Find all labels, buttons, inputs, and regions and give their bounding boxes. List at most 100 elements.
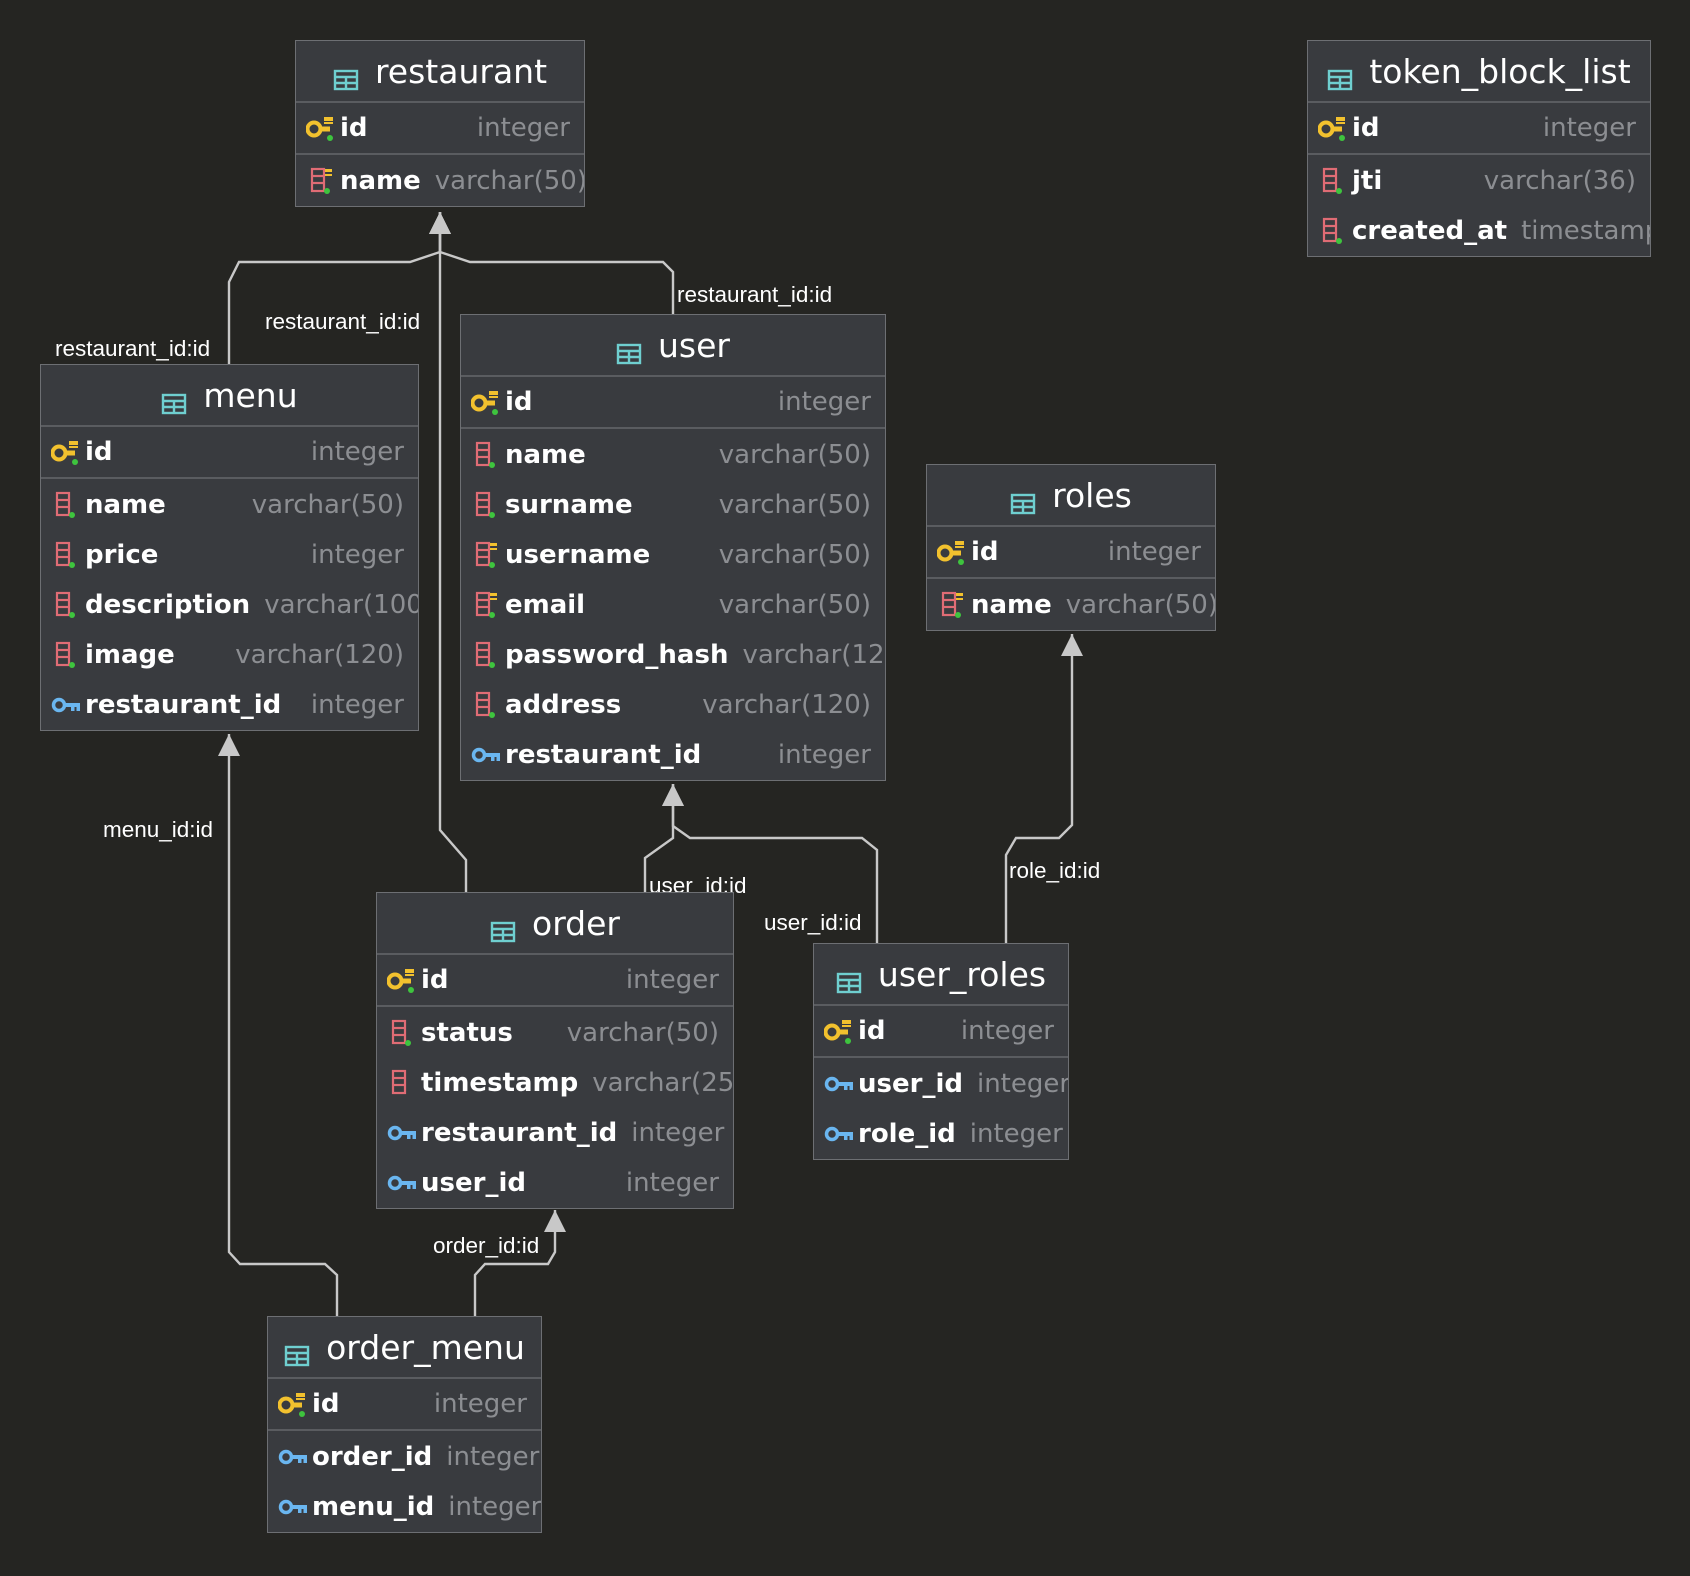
column-row[interactable]: jti varchar(36): [1308, 156, 1650, 206]
column-row[interactable]: price integer: [41, 530, 418, 580]
column-type: integer: [433, 1389, 527, 1419]
column-name: timestamp: [421, 1068, 579, 1098]
table-icon: [490, 912, 516, 943]
column-name: user_id: [421, 1168, 526, 1198]
column-row[interactable]: surname varchar(50): [461, 480, 885, 530]
column-name: password_hash: [505, 640, 729, 670]
column-row[interactable]: user_id integer: [377, 1158, 733, 1208]
column-type: varchar(50): [718, 490, 871, 520]
table-header: order: [377, 893, 733, 955]
column-type: integer: [1107, 537, 1201, 567]
column-row[interactable]: id integer: [268, 1379, 541, 1431]
column-type: varchar(50): [566, 1018, 719, 1048]
table-header: roles: [927, 465, 1215, 527]
column-name: price: [85, 540, 159, 570]
column-row[interactable]: id integer: [927, 527, 1215, 579]
unique-column-icon: [471, 590, 505, 620]
primary-key-icon: [278, 1389, 312, 1419]
column-row[interactable]: order_id integer: [268, 1432, 541, 1482]
relation-arrowhead: [544, 1210, 566, 1232]
column-name: role_id: [858, 1119, 956, 1149]
column-row[interactable]: address varchar(120): [461, 680, 885, 730]
column-icon: [51, 590, 85, 620]
column-row[interactable]: restaurant_id integer: [41, 680, 418, 730]
column-name: email: [505, 590, 586, 620]
column-row[interactable]: description varchar(100): [41, 580, 418, 630]
column-type: timestamp: [1521, 216, 1651, 246]
foreign-key-icon: [278, 1442, 312, 1472]
column-row[interactable]: password_hash varchar(128): [461, 630, 885, 680]
column-row[interactable]: restaurant_id integer: [377, 1108, 733, 1158]
column-row[interactable]: email varchar(50): [461, 580, 885, 630]
column-type: integer: [476, 113, 570, 143]
table-user[interactable]: user id integer name varchar(50) surname varch…: [460, 314, 886, 781]
column-type: integer: [1542, 113, 1636, 143]
column-type: integer: [631, 1118, 725, 1148]
table-order-menu[interactable]: order_menu id integer order_id integer menu_i…: [267, 1316, 542, 1533]
foreign-key-icon: [387, 1118, 421, 1148]
table-icon: [161, 384, 187, 415]
column-row[interactable]: name varchar(50): [296, 156, 584, 206]
column-row[interactable]: id integer: [1308, 103, 1650, 155]
column-type: varchar(128): [742, 640, 885, 670]
column-row[interactable]: username varchar(50): [461, 530, 885, 580]
table-restaurant[interactable]: restaurant id integer name varchar(50): [295, 40, 585, 207]
column-row[interactable]: user_id integer: [814, 1059, 1068, 1109]
column-icon: [471, 690, 505, 720]
primary-key-icon: [1318, 113, 1352, 143]
column-name: id: [85, 437, 113, 467]
table-name: restaurant: [374, 51, 548, 91]
column-row[interactable]: name varchar(50): [41, 480, 418, 530]
column-row[interactable]: id integer: [41, 427, 418, 479]
column-row[interactable]: image varchar(120): [41, 630, 418, 680]
column-type: varchar(120): [702, 690, 871, 720]
table-token-block-list[interactable]: token_block_list id integer jti varchar(36) c…: [1307, 40, 1651, 257]
unique-column-icon: [471, 540, 505, 570]
column-name: created_at: [1352, 216, 1508, 246]
column-name: jti: [1352, 166, 1383, 196]
column-icon: [471, 640, 505, 670]
table-user-roles[interactable]: user_roles id integer user_id integer role_id…: [813, 943, 1069, 1160]
column-row[interactable]: created_at timestamp: [1308, 206, 1650, 256]
table-name: user: [658, 325, 730, 365]
column-name: name: [505, 440, 586, 470]
column-row[interactable]: id integer: [461, 377, 885, 429]
column-type: integer: [310, 540, 404, 570]
relation-label: role_id:id: [1009, 858, 1101, 883]
column-row[interactable]: restaurant_id integer: [461, 730, 885, 780]
table-name: order_menu: [326, 1327, 525, 1367]
column-type: integer: [310, 437, 404, 467]
table-order[interactable]: order id integer status varchar(50) timestamp…: [376, 892, 734, 1209]
relation-arrowhead: [218, 734, 240, 756]
table-icon: [333, 60, 359, 91]
table-menu[interactable]: menu id integer name varchar(50) price integer…: [40, 364, 419, 731]
column-row[interactable]: role_id integer: [814, 1109, 1068, 1159]
table-icon: [616, 334, 642, 365]
column-name: id: [421, 965, 449, 995]
column-row[interactable]: timestamp varchar(25): [377, 1058, 733, 1108]
relation-arrowhead: [662, 784, 684, 806]
table-roles[interactable]: roles id integer name varchar(50): [926, 464, 1216, 631]
primary-key-icon: [306, 113, 340, 143]
column-type: integer: [625, 1168, 719, 1198]
column-icon: [1318, 166, 1352, 196]
table-name: order: [532, 903, 620, 943]
table-header: menu: [41, 365, 418, 427]
column-row[interactable]: name varchar(50): [927, 580, 1215, 630]
table-header: user_roles: [814, 944, 1068, 1006]
column-row[interactable]: name varchar(50): [461, 430, 885, 480]
foreign-key-icon: [387, 1168, 421, 1198]
column-icon: [1318, 216, 1352, 246]
column-name: id: [858, 1016, 886, 1046]
relation-label: user_id:id: [764, 910, 862, 935]
table-name: menu: [203, 375, 298, 415]
column-row[interactable]: id integer: [296, 103, 584, 155]
foreign-key-icon: [278, 1492, 312, 1522]
column-row[interactable]: status varchar(50): [377, 1008, 733, 1058]
column-row[interactable]: id integer: [814, 1006, 1068, 1058]
column-name: restaurant_id: [505, 740, 702, 770]
column-type: varchar(120): [235, 640, 404, 670]
primary-key-icon: [387, 965, 421, 995]
column-row[interactable]: id integer: [377, 955, 733, 1007]
column-row[interactable]: menu_id integer: [268, 1482, 541, 1532]
